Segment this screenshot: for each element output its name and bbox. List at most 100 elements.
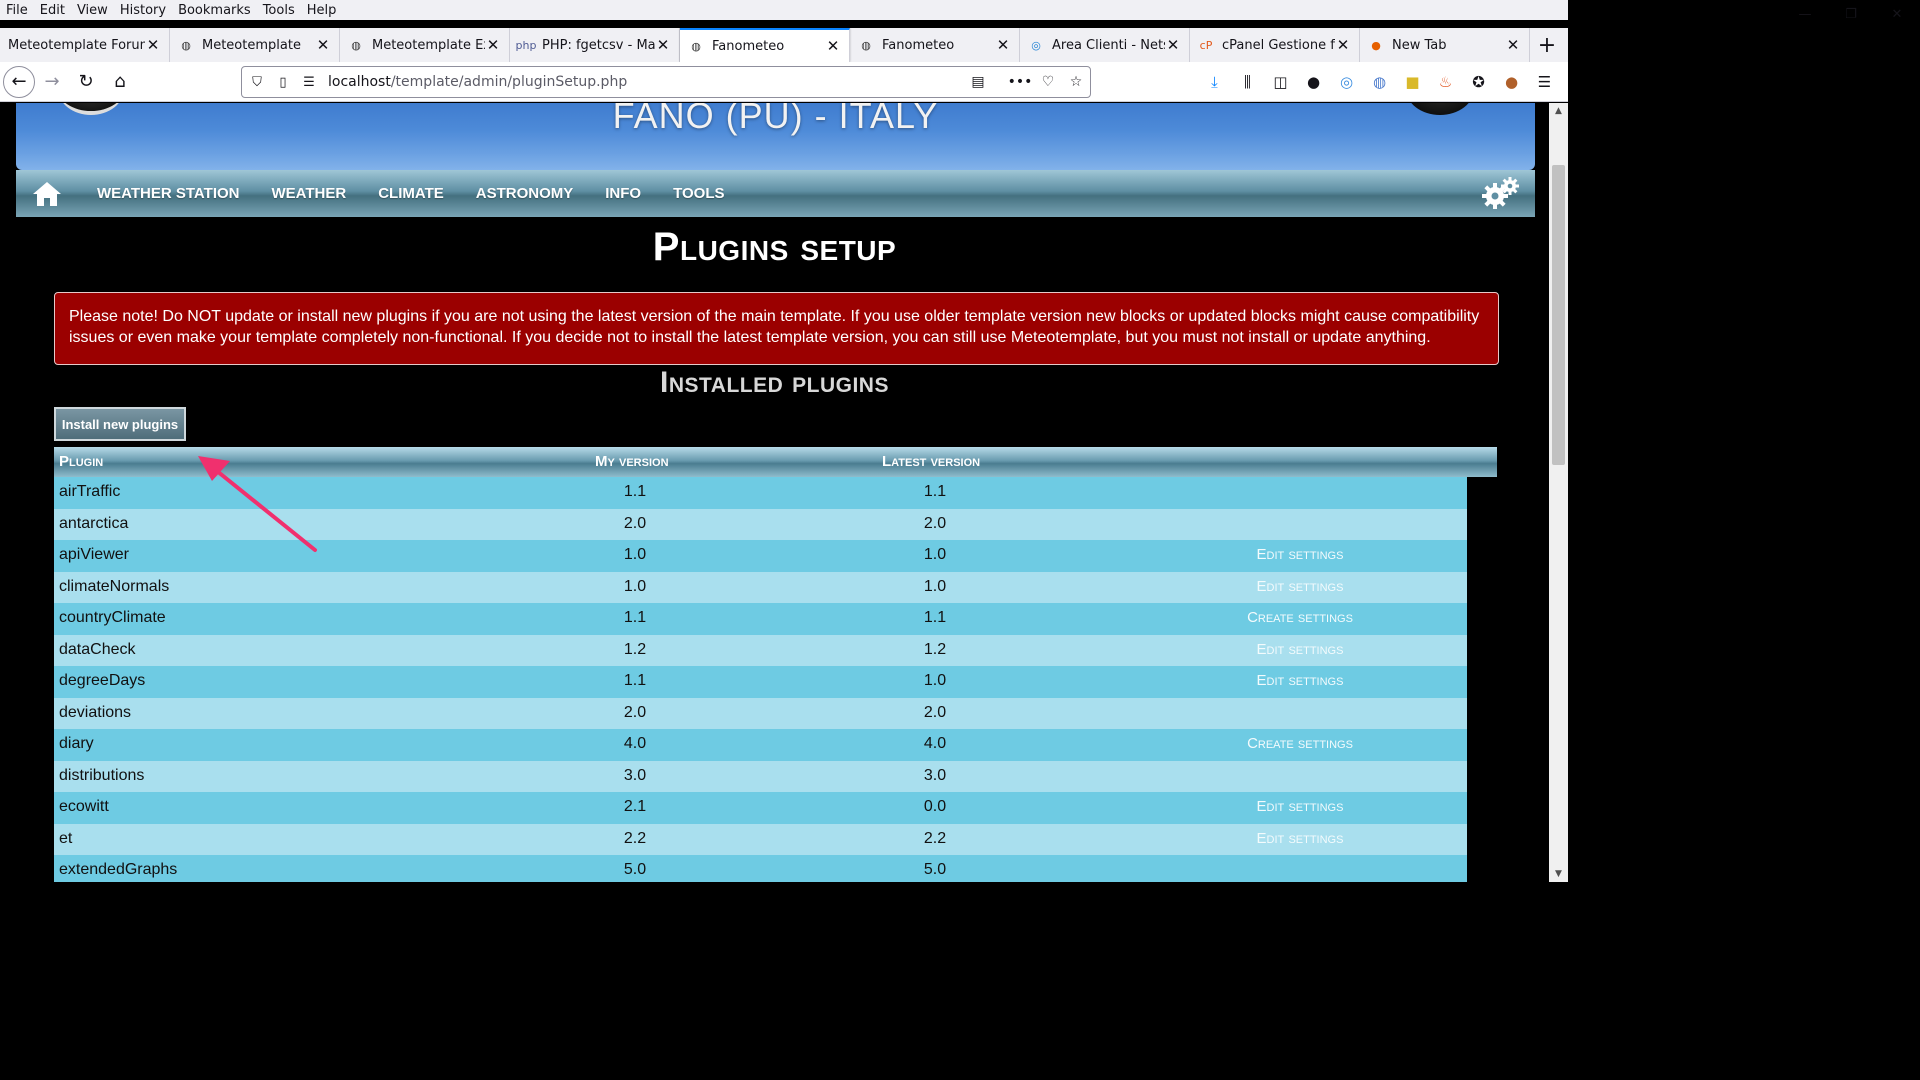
menu-view[interactable]: View: [71, 3, 114, 18]
close-tab-icon[interactable]: ✕: [1165, 36, 1181, 54]
settings-link[interactable]: Edit settings: [1257, 641, 1344, 658]
menu-edit[interactable]: Edit: [34, 3, 71, 18]
globe-icon: ◍: [351, 38, 361, 52]
settings-link[interactable]: Edit settings: [1257, 672, 1344, 689]
reload-button[interactable]: ↻: [69, 65, 103, 99]
app-menu-icon[interactable]: ☰: [1528, 68, 1561, 96]
close-window-button[interactable]: ✕: [1874, 0, 1920, 28]
settings-link[interactable]: Create settings: [1247, 735, 1353, 752]
reader-view-icon[interactable]: ▤: [964, 68, 992, 96]
menu-tools[interactable]: Tools: [257, 3, 301, 18]
library-icon[interactable]: ⫼: [1231, 68, 1264, 96]
close-tab-icon[interactable]: ✕: [1505, 36, 1521, 54]
home-button[interactable]: ⌂: [103, 65, 137, 99]
plugins-table-header: Plugin My version Latest version: [54, 447, 1497, 477]
extension-ring-icon[interactable]: ◎: [1330, 68, 1363, 96]
browser-tab[interactable]: cP cPanel Gestione file✕: [1190, 28, 1360, 62]
settings-link[interactable]: Edit settings: [1257, 830, 1344, 847]
plugin-name: distributions: [59, 766, 145, 784]
plugin-name: dataCheck: [59, 640, 136, 658]
new-tab-button[interactable]: +: [1530, 28, 1564, 62]
close-tab-icon[interactable]: ✕: [485, 36, 501, 54]
close-tab-icon[interactable]: ✕: [655, 36, 671, 54]
restore-button[interactable]: ❐: [1828, 0, 1874, 28]
page-info-icon[interactable]: ▯: [272, 71, 294, 93]
page-actions-icon[interactable]: •••: [1006, 68, 1034, 96]
bookmark-star-icon[interactable]: ☆: [1062, 68, 1090, 96]
settings-link[interactable]: Edit settings: [1257, 798, 1344, 815]
download-icon[interactable]: ⤓: [1198, 68, 1231, 96]
settings-gears-icon[interactable]: [1481, 176, 1519, 212]
nav-weather-station[interactable]: WEATHER STATION: [97, 185, 240, 202]
extension-fire-icon[interactable]: ♨: [1429, 68, 1462, 96]
table-row: deviations 2.0 2.0: [54, 697, 1467, 729]
browser-tab[interactable]: ◍ Fanometeo ✕: [680, 28, 850, 62]
header-my-version: My version: [595, 453, 669, 470]
back-arrow-icon: ←: [11, 71, 27, 92]
scroll-down-icon[interactable]: ▼: [1549, 866, 1568, 882]
netsons-icon: ◎: [1031, 38, 1041, 52]
minimize-button[interactable]: —: [1782, 0, 1828, 28]
browser-tab[interactable]: ◎ Area Clienti - Netso✕: [1020, 28, 1190, 62]
table-row: climateNormals 1.0 1.0 Edit settings: [54, 571, 1467, 603]
page-content: FANO (PU) - ITALY WEATHER STATION WEATHE…: [0, 103, 1549, 882]
close-tab-icon[interactable]: ✕: [1335, 36, 1351, 54]
close-tab-icon[interactable]: ✕: [315, 36, 331, 54]
account-icon[interactable]: ●: [1297, 68, 1330, 96]
browser-tab[interactable]: ◍ Meteotemplate ✕: [170, 28, 340, 62]
close-tab-icon[interactable]: ✕: [145, 36, 161, 54]
header-latest-version: Latest version: [882, 453, 981, 470]
back-button[interactable]: ←: [3, 65, 35, 98]
browser-tab[interactable]: ◍ Fanometeo ✕: [850, 28, 1020, 62]
latest-version: 0.0: [923, 798, 947, 815]
house-icon: [33, 181, 61, 206]
menu-file[interactable]: File: [0, 3, 34, 18]
browser-tab[interactable]: php PHP: fgetcsv - Manu✕: [510, 28, 680, 62]
extension-aperture-icon[interactable]: ✪: [1462, 68, 1495, 96]
extension-cookie-icon[interactable]: ●: [1495, 68, 1528, 96]
nav-climate[interactable]: CLIMATE: [378, 185, 444, 202]
install-new-plugins-button[interactable]: Install new plugins: [54, 407, 186, 441]
plugins-table-body: airTraffic 1.1 1.1 antarctica 2.0 2.0 apiViewe…: [54, 477, 1467, 882]
shield-icon[interactable]: ⛉: [246, 71, 268, 93]
home-icon: ⌂: [114, 71, 126, 92]
menu-history[interactable]: History: [114, 3, 172, 18]
table-row: extendedGraphs 5.0 5.0: [54, 855, 1467, 882]
table-row: diary 4.0 4.0 Create settings: [54, 729, 1467, 761]
menu-help[interactable]: Help: [301, 3, 343, 18]
scrollbar-thumb[interactable]: [1552, 165, 1565, 465]
my-version: 1.0: [623, 546, 647, 563]
nav-tools[interactable]: TOOLS: [673, 185, 724, 202]
close-tab-icon[interactable]: ✕: [825, 37, 841, 55]
extension-globe-icon[interactable]: ◍: [1363, 68, 1396, 96]
settings-link[interactable]: Create settings: [1247, 609, 1353, 626]
browser-tab[interactable]: ◍ Meteotemplate Extr✕: [340, 28, 510, 62]
scroll-up-icon[interactable]: ▲: [1549, 103, 1568, 119]
my-version: 5.0: [623, 861, 647, 878]
settings-link[interactable]: Edit settings: [1257, 578, 1344, 595]
menu-bookmarks[interactable]: Bookmarks: [172, 3, 257, 18]
page-scrollbar[interactable]: ▲ ▼: [1549, 103, 1568, 882]
url-text[interactable]: localhost/template/admin/pluginSetup.php: [328, 74, 964, 90]
latest-version: 1.1: [923, 483, 947, 500]
pocket-icon[interactable]: ♡: [1034, 68, 1062, 96]
extension-note-icon[interactable]: ■: [1396, 68, 1429, 96]
url-bar[interactable]: ⛉ ▯ ☰ localhost/template/admin/pluginSet…: [241, 66, 1091, 98]
firefox-icon: ●: [1371, 38, 1381, 52]
table-row: ecowitt 2.1 0.0 Edit settings: [54, 792, 1467, 824]
nav-astronomy[interactable]: ASTRONOMY: [476, 185, 574, 202]
plugin-name: apiViewer: [59, 546, 129, 563]
browser-tab[interactable]: ● New Tab ✕: [1360, 28, 1530, 62]
nav-weather[interactable]: WEATHER: [272, 185, 347, 202]
browser-tab[interactable]: Meteotemplate Forum - ✕: [0, 28, 170, 62]
my-version: 1.2: [623, 640, 647, 658]
latest-version: 1.0: [923, 577, 947, 595]
close-tab-icon[interactable]: ✕: [995, 36, 1011, 54]
nav-info[interactable]: INFO: [605, 185, 641, 202]
forward-button[interactable]: →: [35, 65, 69, 99]
site-home-button[interactable]: [16, 170, 78, 217]
sidebar-icon[interactable]: ◫: [1264, 68, 1297, 96]
settings-link[interactable]: Edit settings: [1257, 546, 1344, 563]
my-version: 1.0: [623, 577, 647, 595]
permissions-icon[interactable]: ☰: [298, 71, 320, 93]
